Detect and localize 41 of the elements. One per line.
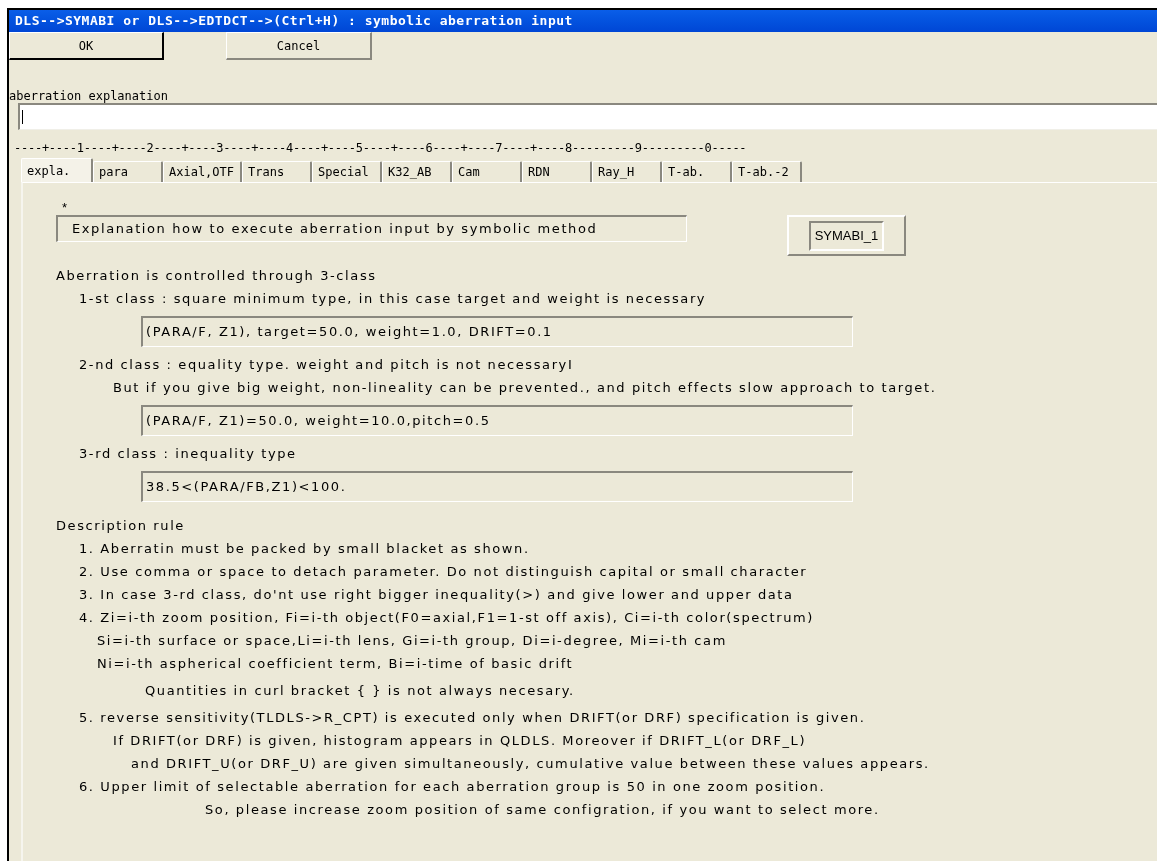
tab[interactable]: Axial,OTF xyxy=(163,161,243,182)
window-title: DLS-->SYMABI or DLS-->EDTDCT-->(Ctrl+H) : symbolic aberration input xyxy=(15,12,573,31)
tab[interactable]: T-ab. xyxy=(662,161,733,182)
explanation-text: 1. Aberratin must be packed by small blacket as shown. xyxy=(79,541,530,556)
value-field[interactable]: (PARA/F, Z1)=50.0, weight=10.0,pitch=0.5 xyxy=(141,405,853,436)
heading-field: Explanation how to execute aberration input by symbolic method xyxy=(56,215,687,242)
explanation-text: Aberration is controlled through 3-class xyxy=(56,268,377,283)
tab[interactable]: Trans xyxy=(242,161,313,182)
explanation-text: Description rule xyxy=(56,518,185,533)
explanation-text: Quantities in curl bracket { } is not always necesary. xyxy=(145,683,575,698)
tab[interactable]: RDN xyxy=(522,161,593,182)
value-field[interactable]: (PARA/F, Z1), target=50.0, weight=1.0, DRIFT=0.1 xyxy=(141,316,853,347)
explanation-text: 4. Zi=i-th zoom position, Fi=i-th object(F0=axial,F1=1-st off axis), Ci=i-th color(spectrum) xyxy=(79,610,814,625)
explanation-text: 3. In case 3-rd class, do'nt use right bigger inequality(>) and give lower and upper data xyxy=(79,587,794,602)
value-field[interactable]: 38.5<(PARA/FB,Z1)<100. xyxy=(141,471,853,502)
explanation-text: But if you give big weight, non-lineality can be prevented., and pitch effects slow approach to target. xyxy=(113,380,937,395)
tab[interactable]: K32_AB xyxy=(382,161,453,182)
explanation-text: 1-st class : square minimum type, in this case target and weight is necessary xyxy=(79,291,707,306)
column-ruler: ----+----1----+----2----+----3----+----4----+----5----+----6----+----7----+----8---------9---------0----- xyxy=(13,140,748,156)
explanation-text: 2-nd class : equality type. weight and pitch is not necessaryI xyxy=(79,357,574,372)
field-label: aberration explanation xyxy=(9,89,169,103)
explanation-text: 6. Upper limit of selectable aberration for each aberration group is 50 in one zoom position. xyxy=(79,779,826,794)
explanation-text: Ni=i-th aspherical coefficient term, Bi=i-time of basic drift xyxy=(97,656,574,671)
explanation-text: 2. Use comma or space to detach parameter. Do not distinguish capital or small character xyxy=(79,564,808,579)
explanation-text: If DRIFT(or DRF) is given, histogram appears in QLDLS. Moreover if DRIFT_L(or DRF_L) xyxy=(113,733,807,748)
marker-text: * xyxy=(61,201,69,215)
tab[interactable]: Cam xyxy=(452,161,523,182)
explanation-text: 5. reverse sensitivity(TLDLS->R_CPT) is executed only when DRIFT(or DRF) specification is given. xyxy=(79,710,866,725)
tab[interactable]: T-ab.-2 xyxy=(732,161,803,182)
dialog-button[interactable]: Cancel xyxy=(226,32,372,60)
tab[interactable]: expla. xyxy=(21,158,93,182)
tab[interactable]: Special xyxy=(312,161,383,182)
tab[interactable]: Ray_H xyxy=(592,161,663,182)
explanation-input[interactable] xyxy=(18,103,1157,130)
explanation-text: Si=i-th surface or space,Li=i-th lens, Gi=i-th group, Di=i-degree, Mi=i-th cam xyxy=(97,633,727,648)
code-button[interactable]: SYMABI_1 xyxy=(787,215,906,256)
tab[interactable]: para xyxy=(93,161,163,182)
explanation-text: So, please increase zoom position of same configration, if you want to select more. xyxy=(205,802,880,817)
explanation-text: and DRIFT_U(or DRF_U) are given simultaneously, cumulative value between these values appears. xyxy=(131,756,930,771)
dialog-button[interactable]: OK xyxy=(9,32,164,60)
explanation-text: 3-rd class : inequality type xyxy=(79,446,297,461)
